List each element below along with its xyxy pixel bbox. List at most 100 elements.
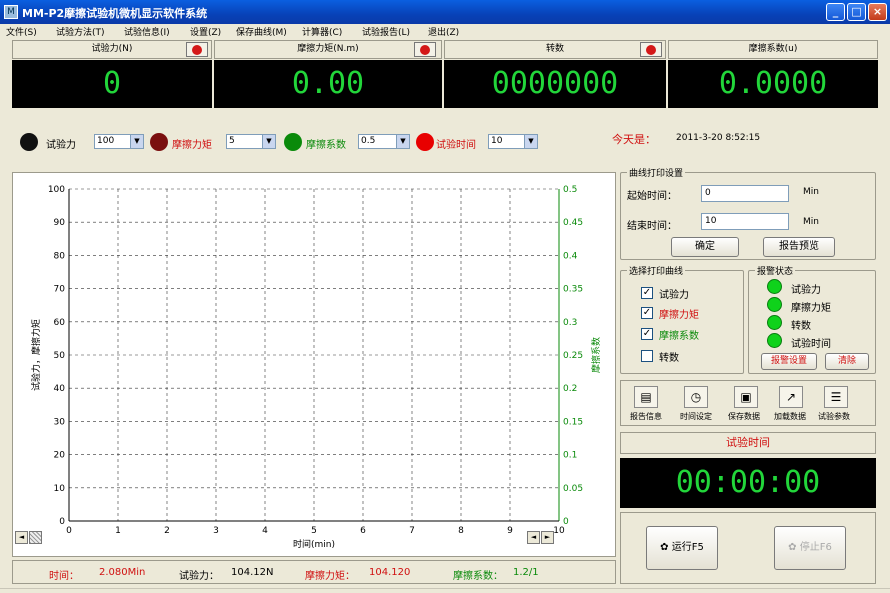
alarm-title: 报警状态 — [755, 264, 796, 277]
torque-curve-checkbox[interactable]: ✓ — [641, 307, 653, 319]
minimize-button[interactable]: _ — [826, 3, 845, 21]
status-coef-value: 1.2/1 — [513, 567, 539, 578]
torque-reset-button[interactable] — [414, 42, 436, 57]
x-tick-label: 2 — [164, 526, 170, 536]
save-data-label: 保存数据 — [728, 412, 760, 421]
revolutions-curve-checkbox[interactable] — [641, 350, 653, 362]
curve-select-title: 选择打印曲线 — [627, 264, 686, 277]
torque-alarm-light — [767, 297, 782, 312]
torque-indicator-label: 摩擦力矩 — [172, 140, 212, 151]
alarm-group: 报警状态 试验力 摩擦力矩 转数 试验时间 报警设置 清除 — [748, 264, 876, 374]
scroll-thumb[interactable] — [29, 531, 42, 544]
force-indicator-label: 试验力 — [46, 140, 76, 151]
x-tick-label: 3 — [213, 526, 219, 536]
x-tick-label: 7 — [409, 526, 415, 536]
report-preview-button[interactable]: 报告预览 — [763, 237, 835, 257]
today-label: 今天是： — [612, 133, 656, 146]
y-left-tick-label: 20 — [54, 451, 66, 461]
status-torque-label: 摩擦力矩： — [305, 571, 355, 582]
confirm-button[interactable]: 确定 — [671, 237, 739, 257]
menu-test-info[interactable]: 试验信息(I) — [124, 25, 170, 38]
load-icon[interactable]: ↗ — [779, 386, 803, 408]
maximize-button[interactable]: □ — [847, 3, 866, 21]
time-indicator-label: 试验时间 — [436, 140, 476, 151]
y-right-tick-label: 0.4 — [563, 251, 578, 261]
status-force-value: 104.12N — [231, 567, 274, 578]
chart-svg: 0 1 2 3 4 5 6 7 8 9 10010203040506070809010000.050… — [30, 185, 602, 550]
x-tick-label: 4 — [262, 526, 268, 536]
alarm-settings-button[interactable]: 报警设置 — [761, 353, 817, 370]
menu-save-curve[interactable]: 保存曲线(M) — [236, 25, 287, 38]
x-tick-label: 5 — [311, 526, 317, 536]
y-right-tick-label: 0.25 — [563, 351, 583, 361]
coef-range-select[interactable]: 0.5 ▼ — [358, 134, 410, 149]
reset-icon — [646, 45, 656, 55]
curve-print-group: 曲线打印设置 起始时间： 0 Min 结束时间： 10 Min 确定 报告预览 — [620, 166, 876, 260]
torque-curve-label: 摩擦力矩 — [659, 310, 699, 321]
chevron-down-icon: ▼ — [130, 135, 143, 148]
end-time-input[interactable]: 10 — [701, 213, 789, 230]
stop-button[interactable]: ✿ 停止F6 — [774, 526, 846, 570]
reset-icon — [192, 45, 202, 55]
params-icon[interactable]: ☰ — [824, 386, 848, 408]
coef-curve-checkbox[interactable]: ✓ — [641, 328, 653, 340]
y-right-tick-label: 0.3 — [563, 318, 577, 328]
start-time-unit: Min — [803, 187, 819, 197]
y-left-tick-label: 60 — [54, 318, 66, 328]
chart-next-button[interactable]: ► — [541, 531, 554, 544]
scroll-left-button[interactable]: ◄ — [15, 531, 28, 544]
menu-file[interactable]: 文件(S) — [6, 25, 37, 38]
clock-icon[interactable]: ◷ — [684, 386, 708, 408]
revolutions-header: 转数 — [444, 40, 666, 59]
status-bar: 时间： 2.080Min 试验力： 104.12N 摩擦力矩： 104.120 … — [12, 560, 616, 584]
force-range-select[interactable]: 100 ▼ — [94, 134, 144, 149]
status-time-value: 2.080Min — [99, 567, 146, 578]
app-icon: M — [4, 5, 18, 19]
start-time-input[interactable]: 0 — [701, 185, 789, 202]
y-left-tick-label: 70 — [54, 285, 66, 295]
load-data-label: 加载数据 — [774, 412, 806, 421]
torque-display: 0.00 — [214, 60, 442, 108]
force-alarm-label: 试验力 — [791, 285, 821, 296]
run-button[interactable]: ✿ 运行F5 — [646, 526, 718, 570]
revolutions-reset-button[interactable] — [640, 42, 662, 57]
y-left-tick-label: 10 — [54, 484, 66, 494]
torque-range-select[interactable]: 5 ▼ — [226, 134, 276, 149]
x-tick-label: 1 — [115, 526, 121, 536]
stop-icon: ✿ — [788, 542, 797, 553]
y-right-tick-label: 0 — [563, 517, 569, 527]
coef-indicator-dot — [284, 133, 302, 151]
time-indicator-dot — [416, 133, 434, 151]
menu-test-report[interactable]: 试验报告(L) — [362, 25, 410, 38]
y-axis-label-left: 试验力，摩擦力矩 — [30, 319, 42, 391]
force-curve-checkbox[interactable]: ✓ — [641, 287, 653, 299]
revolutions-alarm-light — [767, 315, 782, 330]
menu-calculator[interactable]: 计算器(C) — [302, 25, 342, 38]
torque-label: 摩擦力矩(N.m) — [297, 44, 359, 54]
alarm-clear-button[interactable]: 清除 — [825, 353, 869, 370]
torque-header: 摩擦力矩(N.m) — [214, 40, 442, 59]
timer-header: 试验时间 — [620, 432, 876, 454]
save-icon[interactable]: ▣ — [734, 386, 758, 408]
x-tick-label: 0 — [66, 526, 72, 536]
window-bottom-border — [0, 588, 890, 593]
force-alarm-light — [767, 279, 782, 294]
end-time-label: 结束时间： — [627, 221, 677, 232]
x-tick-label: 10 — [553, 526, 565, 536]
coef-label: 摩擦系数(u) — [748, 44, 798, 54]
chart-prev-button[interactable]: ◄ — [527, 531, 540, 544]
report-info-label: 报告信息 — [630, 412, 662, 421]
revolutions-display: 0000000 — [444, 60, 666, 108]
time-range-select[interactable]: 10 ▼ — [488, 134, 538, 149]
menu-exit[interactable]: 退出(Z) — [428, 25, 459, 38]
menu-settings[interactable]: 设置(Z) — [190, 25, 221, 38]
force-reset-button[interactable] — [186, 42, 208, 57]
menu-test-method[interactable]: 试验方法(T) — [56, 25, 105, 38]
title-bar[interactable]: M MM-P2摩擦试验机微机显示软件系统 _ □ × — [0, 0, 890, 24]
chevron-down-icon: ▼ — [524, 135, 537, 148]
report-icon[interactable]: ▤ — [634, 386, 658, 408]
revolutions-curve-label: 转数 — [659, 353, 679, 364]
close-button[interactable]: × — [868, 3, 887, 21]
chevron-down-icon: ▼ — [396, 135, 409, 148]
x-tick-label: 9 — [507, 526, 513, 536]
